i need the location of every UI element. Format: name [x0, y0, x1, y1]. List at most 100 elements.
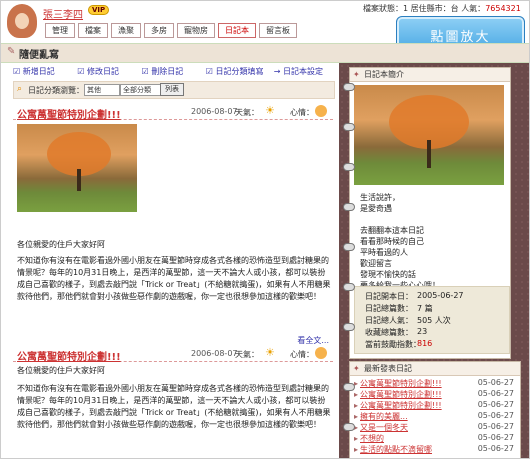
stat-label: 日記總人氣：	[365, 316, 413, 325]
latest-post-date: 05-06-27	[477, 433, 514, 442]
latest-post-date: 05-06-27	[477, 444, 514, 453]
popularity-label: 人氣：	[461, 4, 486, 13]
read-more-link[interactable]: 看全文...	[297, 335, 329, 346]
diary-toolbar: ☑ 新增日記 ☑ 修改日記 ☑ 刪除日記 ☑ 日記分類填寫 → 日記本設定	[13, 66, 333, 78]
spiral-ring	[343, 203, 355, 211]
class-diary-link[interactable]: ☑ 日記分類填寫	[206, 67, 274, 76]
mood-label: 心情：	[290, 108, 314, 117]
spiral-ring	[343, 243, 355, 251]
post-photo[interactable]	[17, 124, 137, 212]
latest-post-title[interactable]: 不想的	[360, 434, 384, 443]
nav-item-pets[interactable]: 寵物房	[177, 23, 215, 38]
mood-icon	[315, 347, 327, 359]
stat-row: 收藏總篇數： 23	[365, 327, 427, 338]
stat-value: 816	[417, 339, 433, 348]
subcategory-select[interactable]: 全部分類	[120, 84, 162, 96]
post-header: 公寓萬聖節特別企劃!!! 2006-08-07 天氣： ☀ 心情：	[13, 346, 333, 363]
delete-diary-link[interactable]: ☑ 刪除日記	[142, 67, 194, 76]
spiral-ring	[343, 83, 355, 91]
new-diary-link[interactable]: ☑ 新增日記	[13, 67, 65, 76]
latest-post-date: 05-06-27	[477, 422, 514, 431]
intro-line: 看看那時候的自己	[360, 237, 424, 246]
stat-row: 日記總篇數： 7 篇	[365, 303, 433, 314]
list-button[interactable]: 列表	[160, 83, 184, 96]
diary-settings-label: 日記本設定	[283, 67, 323, 76]
class-diary-label: 日記分類填寫	[215, 67, 264, 76]
edit-diary-label: 修改日記	[86, 67, 119, 76]
page-frame: 張三李四 VIP 檔案狀態：1 居住縣市：台 人氣：7654321 管理 檔案 …	[0, 0, 530, 459]
post-header: 公寓萬聖節特別企劃!!! 2006-08-07 天氣： ☀ 心情：	[13, 104, 333, 121]
latest-post-date: 05-06-27	[477, 378, 514, 387]
nav-item-gathering[interactable]: 漁聚	[111, 23, 141, 38]
latest-post-title[interactable]: 公寓萬聖節特別企劃!!!	[360, 401, 442, 410]
diary-settings-link[interactable]: → 日記本設定	[274, 66, 333, 77]
intro-line: 是愛奇遇	[360, 204, 392, 213]
username-link[interactable]: 張三李四	[43, 6, 83, 21]
nav-item-guestbook[interactable]: 留言板	[259, 23, 297, 38]
stat-value: 2005-06-27	[417, 291, 464, 300]
stat-label: 收藏總篇數：	[365, 328, 413, 337]
vip-badge: VIP	[88, 5, 110, 15]
mood-label: 心情：	[290, 350, 314, 359]
avatar[interactable]	[7, 4, 37, 38]
title-bar: ✎ 隨便亂寫	[1, 43, 529, 63]
latest-post-item[interactable]: ▸ 生活的點點不滴留哪 05-06-27	[354, 444, 518, 456]
stat-row: 日記總人氣： 505 人次	[365, 315, 451, 326]
stat-value: 505 人次	[417, 316, 451, 325]
stat-value: 23	[417, 327, 428, 336]
spiral-ring	[343, 123, 355, 131]
latest-post-title[interactable]: 公寓萬聖節特別企劃!!!	[360, 390, 442, 399]
latest-post-title[interactable]: 生活的點點不滴留哪	[360, 445, 432, 454]
info-mid: 台	[450, 4, 459, 13]
spiral-ring	[343, 383, 355, 391]
filter-label: 日記分類瀏覽：	[28, 86, 84, 95]
info-sep: 居住縣市：	[410, 4, 451, 13]
stat-label: 日記開本日：	[365, 292, 413, 301]
search-icon: ⌕	[17, 84, 23, 94]
header: 張三李四 VIP 檔案狀態：1 居住縣市：台 人氣：7654321 管理 檔案 …	[1, 1, 529, 60]
latest-post-title[interactable]: 擁有的美麗...	[360, 412, 408, 421]
latest-post-title[interactable]: 公寓萬聖節特別企劃!!!	[360, 379, 442, 388]
intro-line: 去翻翻本這本日記	[360, 226, 424, 235]
nav-item-manage[interactable]: 管理	[45, 23, 75, 38]
intro-line: 生活說許，	[360, 193, 400, 202]
category-select[interactable]: 其他	[84, 84, 120, 96]
post-date: 2006-08-07	[191, 349, 238, 358]
latest-post-title[interactable]: 又是一個冬天	[360, 423, 408, 432]
stat-row: 日記開本日： 2005-06-27	[365, 291, 464, 302]
nav-item-rooms[interactable]: 多房	[144, 23, 174, 38]
popularity-value: 7654321	[485, 4, 521, 13]
spiral-ring	[343, 323, 355, 331]
new-diary-label: 新增日記	[22, 67, 55, 76]
header-info: 檔案狀態：1 居住縣市：台 人氣：7654321	[363, 3, 521, 14]
edit-diary-link[interactable]: ☑ 修改日記	[77, 67, 129, 76]
latest-post-date: 05-06-27	[477, 411, 514, 420]
spiral-ring	[343, 283, 355, 291]
weather-label: 天氣：	[235, 108, 259, 117]
diary-main: ☑ 新增日記 ☑ 修改日記 ☑ 刪除日記 ☑ 日記分類填寫 → 日記本設定 ⌕ …	[13, 63, 335, 458]
intro-photo[interactable]	[354, 85, 504, 185]
spiral-ring	[343, 423, 355, 431]
diary-intro-card: 日記本簡介 生活說許， 是愛奇遇 去翻翻本這本日記 看看那時候的自己 平時看過的…	[349, 67, 511, 359]
stat-row: 當前鼓勵指數： 816	[365, 339, 432, 350]
mood-icon	[315, 105, 327, 117]
intro-line: 平時看過的人	[360, 248, 408, 257]
diary-icon: ✎	[7, 46, 16, 57]
page-title: 隨便亂寫	[19, 50, 59, 61]
latest-posts-card: 最新發表日記 ▸公寓萬聖節特別企劃!!!05-06-27 ▸公寓萬聖節特別企劃!…	[349, 361, 521, 458]
intro-line: 發現不愉快的話	[360, 270, 416, 279]
intro-line: 歡迎留言	[360, 259, 392, 268]
post-body: 不知道你有沒有在電影看過外國小朋友在萬聖節時穿成各式各樣的恐怖造型到處討糖果的情…	[17, 256, 331, 301]
nav-item-profile[interactable]: 檔案	[78, 23, 108, 38]
nav-item-diary[interactable]: 日記本	[218, 23, 256, 38]
post-title-link[interactable]: 公寓萬聖節特別企劃!!!	[17, 348, 121, 363]
weather-icon: ☀	[265, 346, 275, 359]
category-filter: ⌕ 日記分類瀏覽： 其他 全部分類 列表	[13, 81, 335, 99]
sidebar: 日記本簡介 生活說許， 是愛奇遇 去翻翻本這本日記 看看那時候的自己 平時看過的…	[339, 63, 529, 458]
post-date: 2006-08-07	[191, 107, 238, 116]
post-title-link[interactable]: 公寓萬聖節特別企劃!!!	[17, 106, 121, 121]
spiral-ring	[343, 163, 355, 171]
latest-posts-title: 最新發表日記	[350, 362, 520, 376]
weather-icon: ☀	[265, 104, 275, 117]
stat-label: 當前鼓勵指數：	[365, 340, 421, 349]
